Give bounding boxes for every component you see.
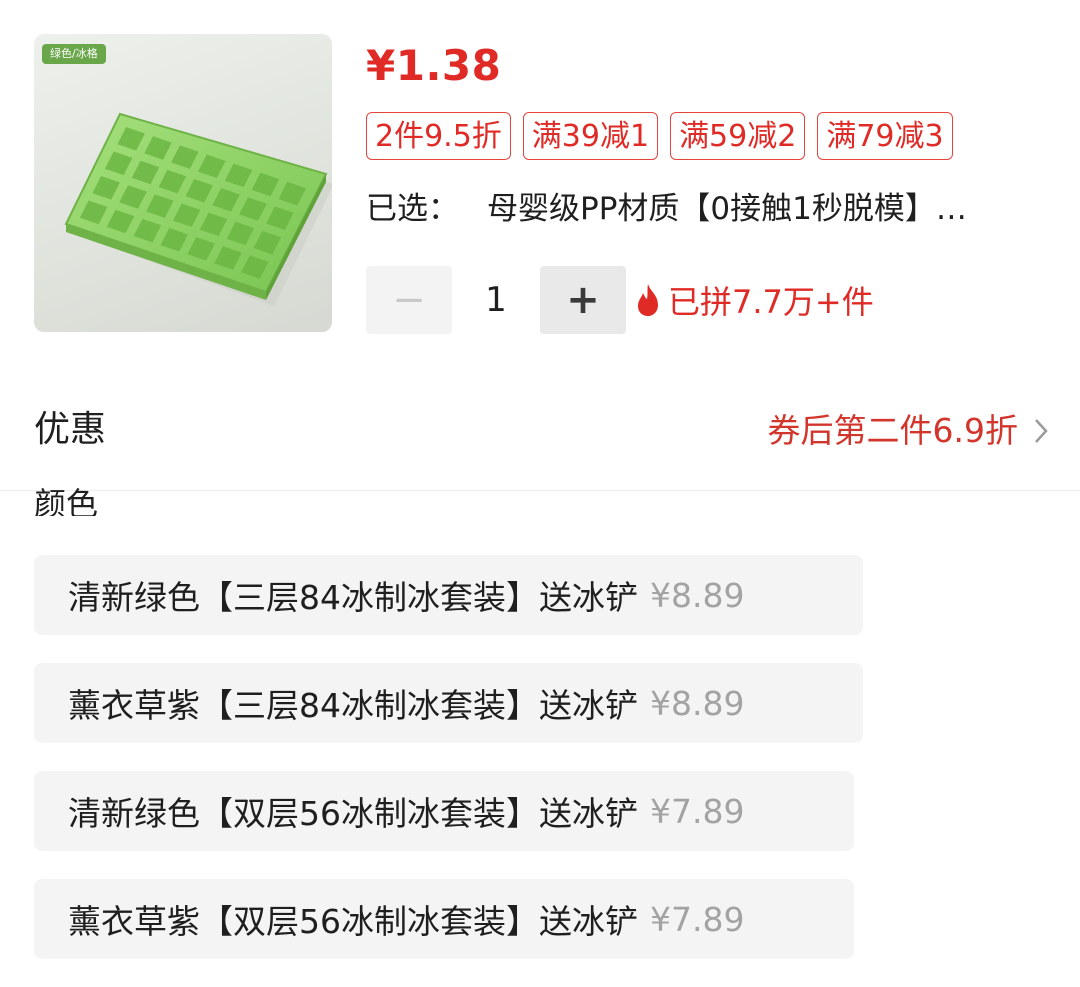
option-name: 薰衣草紫【双层56冰制冰套装】送冰铲 bbox=[68, 902, 638, 941]
promo-tags: 2件9.5折 满39减1 满59减2 满79减3 bbox=[366, 112, 953, 160]
option-price: ¥7.89 bbox=[650, 899, 745, 939]
selected-value: 母婴级PP材质【0接触1秒脱模】… bbox=[487, 191, 967, 227]
promotion-row[interactable]: 券后第二件6.9折 bbox=[768, 406, 1050, 456]
option-price: ¥8.89 bbox=[650, 575, 745, 615]
promo-tag: 满79减3 bbox=[817, 112, 953, 160]
decrease-quantity-button[interactable]: − bbox=[366, 266, 452, 334]
color-option[interactable]: 清新绿色【三层84冰制冰套装】送冰铲 ¥8.89 bbox=[34, 555, 863, 635]
divider bbox=[0, 490, 1080, 491]
promo-tag: 满39减1 bbox=[522, 112, 659, 160]
increase-quantity-button[interactable]: + bbox=[540, 266, 626, 334]
fire-icon bbox=[638, 284, 658, 316]
minus-icon: − bbox=[392, 277, 426, 323]
sold-text: 已拼7.7万+件 bbox=[668, 283, 874, 321]
plus-icon: + bbox=[566, 277, 600, 323]
option-price: ¥8.89 bbox=[650, 683, 745, 723]
promo-tag: 满59减2 bbox=[670, 112, 806, 160]
promotion-value: 券后第二件6.9折 bbox=[767, 411, 1018, 450]
option-name: 清新绿色【双层56冰制冰套装】送冰铲 bbox=[68, 794, 638, 833]
ice-cube-tray-image bbox=[64, 112, 332, 306]
product-price: ¥1.38 bbox=[366, 41, 502, 90]
promotion-title: 优惠 bbox=[34, 409, 107, 450]
selected-label: 已选： bbox=[366, 191, 459, 227]
promo-tag: 2件9.5折 bbox=[366, 112, 511, 160]
option-name: 薰衣草紫【三层84冰制冰套装】送冰铲 bbox=[68, 686, 638, 725]
quantity-value[interactable]: 1 bbox=[470, 266, 522, 334]
product-image[interactable]: 绿色/冰格 bbox=[34, 34, 332, 332]
option-price: ¥7.89 bbox=[650, 791, 745, 831]
image-tag: 绿色/冰格 bbox=[42, 44, 106, 64]
sold-count: 已拼7.7万+件 bbox=[634, 272, 874, 328]
color-option[interactable]: 薰衣草紫【双层56冰制冰套装】送冰铲 ¥7.89 bbox=[34, 879, 854, 959]
chevron-right-icon bbox=[1035, 419, 1048, 443]
selected-spec[interactable]: 已选： 母婴级PP材质【0接触1秒脱模】… bbox=[366, 186, 1056, 232]
color-option[interactable]: 清新绿色【双层56冰制冰套装】送冰铲 ¥7.89 bbox=[34, 771, 854, 851]
color-option[interactable]: 薰衣草紫【三层84冰制冰套装】送冰铲 ¥8.89 bbox=[34, 663, 863, 743]
option-name: 清新绿色【三层84冰制冰套装】送冰铲 bbox=[68, 578, 638, 617]
color-section-title: 颜色 bbox=[34, 486, 99, 516]
